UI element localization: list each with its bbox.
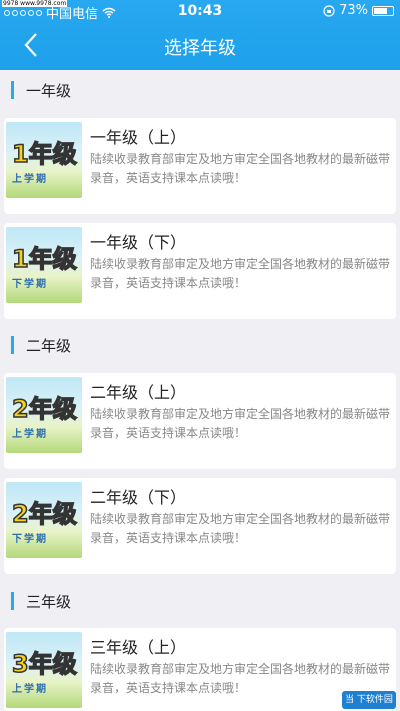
cover-term-text: 上学期 (12, 174, 48, 185)
card-title: 一年级（上） (90, 128, 187, 147)
page-title: 选择年级 (164, 38, 236, 59)
section-header-grade-2: 二年级 (0, 325, 400, 365)
grade-card[interactable]: 3年级 上学期 三年级（上） 陆续收录教育部审定及地方审定全国各地教材的最新磁带… (4, 628, 396, 711)
site-logo: 当 下软件园 (342, 691, 396, 709)
cover-grade-text: 2年级 (11, 499, 77, 529)
cover-grade-text: 3年级 (11, 649, 77, 679)
app-header: 中国电信 10:43 73% 9978 www.9978.com 选择年级 (0, 0, 400, 70)
card-description: 陆续收录教育部审定及地方审定全国各地教材的最新磁带录音，英语支持课本点读哦！ (90, 407, 391, 440)
rotation-lock-icon (323, 4, 335, 17)
card-title: 二年级（下） (90, 488, 187, 507)
grade-card[interactable]: 1年级 下学期 一年级（下） 陆续收录教育部审定及地方审定全国各地教材的最新磁带… (4, 223, 396, 319)
watermark-text: 9978 www.9978.com (2, 0, 68, 7)
card-title: 二年级（上） (90, 383, 187, 402)
section-label: 一年级 (26, 81, 72, 100)
cover-grade-text: 1年级 (11, 139, 77, 169)
section-accent-bar (11, 592, 14, 610)
card-title: 一年级（下） (90, 233, 187, 252)
grade-cover-image: 1年级 下学期 (6, 227, 82, 303)
grade-cover-image: 3年级 上学期 (6, 632, 82, 708)
section-accent-bar (11, 336, 14, 354)
card-description: 陆续收录教育部审定及地方审定全国各地教材的最新磁带录音，英语支持课本点读哦！ (90, 512, 391, 545)
section-accent-bar (11, 81, 14, 99)
cover-term-text: 上学期 (12, 429, 48, 440)
section-label: 二年级 (26, 336, 72, 355)
card-description: 陆续收录教育部审定及地方审定全国各地教材的最新磁带录音，英语支持课本点读哦！ (90, 152, 391, 185)
section-header-grade-3: 三年级 (0, 581, 400, 621)
battery-percent: 73% (339, 3, 368, 18)
grade-cover-image: 1年级 上学期 (6, 122, 82, 198)
cover-grade-text: 1年级 (11, 244, 77, 274)
cover-term-text: 下学期 (12, 534, 48, 545)
card-title: 三年级（上） (90, 638, 187, 657)
grade-card[interactable]: 2年级 上学期 二年级（上） 陆续收录教育部审定及地方审定全国各地教材的最新磁带… (4, 373, 396, 469)
battery-icon (372, 5, 394, 16)
grade-card[interactable]: 2年级 下学期 二年级（下） 陆续收录教育部审定及地方审定全国各地教材的最新磁带… (4, 478, 396, 574)
status-bar: 中国电信 10:43 73% 9978 www.9978.com (0, 0, 400, 22)
card-description: 陆续收录教育部审定及地方审定全国各地教材的最新磁带录音，英语支持课本点读哦！ (90, 257, 391, 290)
cover-term-text: 上学期 (12, 684, 48, 695)
section-header-grade-1: 一年级 (0, 70, 400, 110)
grade-cover-image: 2年级 上学期 (6, 377, 82, 453)
cover-grade-text: 2年级 (11, 394, 77, 424)
cover-term-text: 下学期 (12, 279, 48, 290)
section-label: 三年级 (26, 592, 72, 611)
grade-card[interactable]: 1年级 上学期 一年级（上） 陆续收录教育部审定及地方审定全国各地教材的最新磁带… (4, 118, 396, 214)
grade-cover-image: 2年级 下学期 (6, 482, 82, 558)
